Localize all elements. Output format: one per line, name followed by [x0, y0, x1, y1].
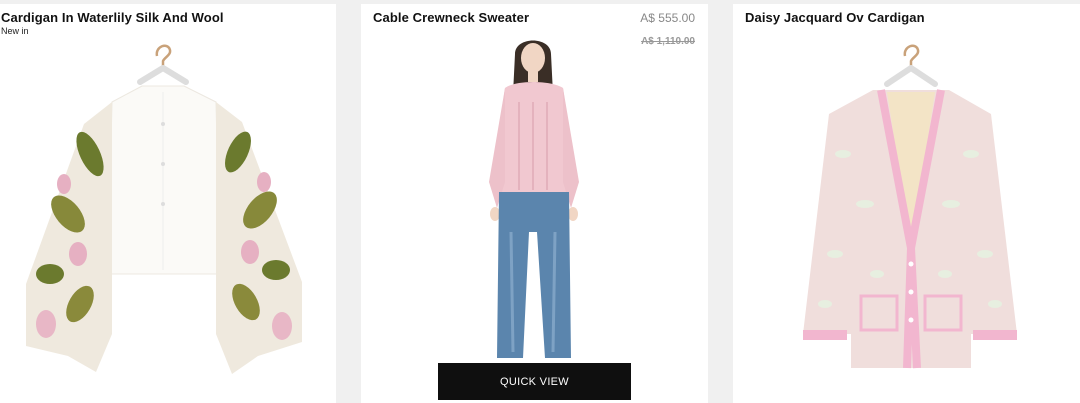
product-name[interactable]: Cable Crewneck Sweater — [373, 10, 529, 25]
product-name[interactable]: Cardigan In Waterlily Silk And Wool — [1, 10, 224, 25]
quick-view-button[interactable]: QUICK VIEW — [438, 363, 631, 400]
product-image[interactable] — [795, 34, 1025, 374]
sale-price: A$ 555.00 — [640, 11, 695, 25]
original-price: A$ 1,110.00 — [641, 36, 695, 47]
product-name[interactable]: Daisy Jacquard Ov Cardigan — [745, 10, 925, 25]
product-image[interactable] — [20, 34, 305, 379]
product-card-cardigan-waterlily[interactable]: Cardigan In Waterlily Silk And Wool New … — [0, 4, 336, 403]
product-image[interactable] — [479, 32, 589, 364]
product-card-daisy-jacquard[interactable]: Daisy Jacquard Ov Cardigan — [733, 4, 1080, 403]
product-card-cable-crewneck[interactable]: Cable Crewneck Sweater A$ 555.00 A$ 1,11… — [361, 4, 708, 403]
